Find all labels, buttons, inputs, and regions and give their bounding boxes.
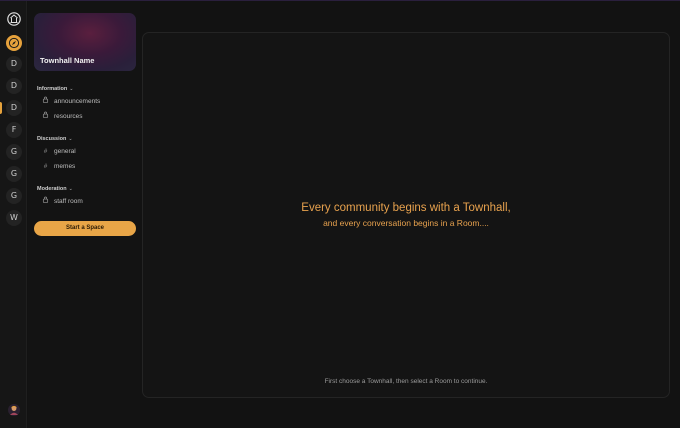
section-header-moderation[interactable]: Moderation ⌄ <box>37 186 73 192</box>
server-button[interactable]: D <box>6 56 22 72</box>
channel-label: staff room <box>54 198 83 205</box>
channel-resources[interactable]: resources <box>41 111 83 123</box>
lock-icon <box>41 96 50 108</box>
hash-icon: # <box>43 164 48 170</box>
section-header-information[interactable]: Information ⌄ <box>37 86 73 92</box>
channel-sidebar: Townhall Name Information ⌄ announcements… <box>28 1 140 428</box>
empty-state-headline: Every community begins with a Townhall, <box>301 202 511 214</box>
section-title: Information <box>37 86 68 92</box>
server-button[interactable]: D <box>6 78 22 94</box>
channel-staff-room[interactable]: staff room <box>41 196 83 208</box>
chevron-down-icon: ⌄ <box>68 186 73 192</box>
chevron-down-icon: ⌄ <box>68 136 73 142</box>
server-button[interactable]: G <box>6 188 22 204</box>
channel-label: memes <box>54 163 76 170</box>
channel-label: announcements <box>54 98 101 105</box>
townhall-banner[interactable]: Townhall Name <box>34 13 136 71</box>
hash-icon: # <box>43 149 48 155</box>
server-button[interactable]: G <box>6 166 22 182</box>
main-content-panel: Every community begins with a Townhall, … <box>142 32 670 398</box>
channel-label: general <box>54 148 76 155</box>
section-header-discussion[interactable]: Discussion ⌄ <box>37 136 73 142</box>
lock-icon <box>41 196 50 208</box>
chevron-down-icon: ⌄ <box>69 86 74 92</box>
lock-icon <box>41 111 50 123</box>
app-logo-icon[interactable] <box>7 12 21 26</box>
server-button[interactable]: W <box>6 210 22 226</box>
channel-announcements[interactable]: announcements <box>41 96 100 108</box>
server-button[interactable]: F <box>6 122 22 138</box>
empty-state-subline: and every conversation begins in a Room.… <box>323 218 489 228</box>
explore-compass-icon[interactable] <box>6 35 22 51</box>
channel-memes[interactable]: # memes <box>41 161 75 173</box>
start-space-button[interactable]: Start a Space <box>34 221 136 236</box>
server-rail: D D D F G G G W <box>0 1 27 428</box>
empty-state-hint: First choose a Townhall, then select a R… <box>324 378 488 385</box>
channel-general[interactable]: # general <box>41 146 76 158</box>
app-window: D D D F G G G W Townhall Name Informatio… <box>0 0 680 428</box>
user-avatar[interactable] <box>8 404 20 416</box>
section-title: Moderation <box>37 186 67 192</box>
server-button[interactable]: G <box>6 144 22 160</box>
server-button[interactable]: D <box>6 100 22 116</box>
townhall-name: Townhall Name <box>40 56 95 65</box>
section-title: Discussion <box>37 136 67 142</box>
channel-label: resources <box>54 113 83 120</box>
active-server-indicator <box>0 102 2 114</box>
